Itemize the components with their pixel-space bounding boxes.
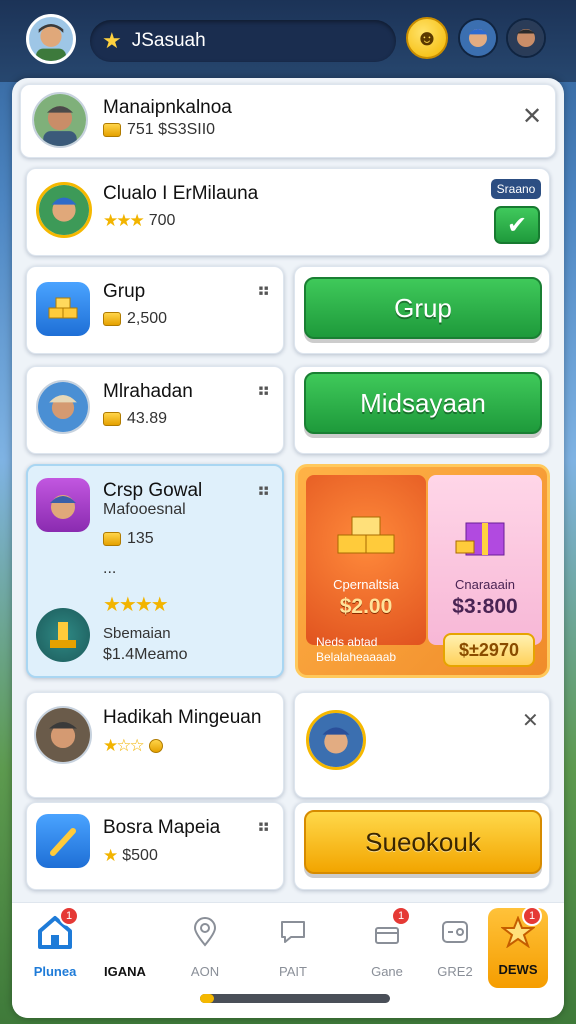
- checkmark-icon: ✔: [506, 211, 528, 239]
- star-rating-icon: ★★★: [103, 211, 145, 230]
- row-title: Bosra Mapeia: [103, 817, 221, 838]
- notification-badge: 1: [522, 906, 542, 926]
- row-footer-value: $1.4Meamo: [103, 646, 188, 663]
- gift-box-icon: [455, 522, 505, 556]
- nav-label: IGANA: [104, 964, 146, 979]
- home-indicator[interactable]: [200, 994, 390, 1003]
- location-icon: [185, 912, 225, 952]
- friend-avatar-1[interactable]: [458, 18, 498, 58]
- avatar: [36, 478, 90, 532]
- nav-item-pait[interactable]: PAIT: [258, 912, 328, 992]
- chat-icon: [273, 912, 313, 952]
- close-icon[interactable]: ✕: [522, 708, 539, 733]
- row-value: 43.89: [127, 410, 168, 427]
- row-subtext: 751 $S3SII0: [103, 121, 215, 139]
- nav-label: DEWS: [498, 962, 538, 977]
- star-rating-icon: ★★★★: [103, 594, 169, 616]
- notification-badge: 1: [391, 906, 411, 926]
- avatar: [36, 182, 92, 238]
- wand-icon: [36, 814, 90, 868]
- row-title: Manaipnkalnoa: [103, 97, 232, 118]
- close-icon[interactable]: ✕: [522, 102, 542, 131]
- row-subtext: ★★★ 700: [103, 211, 175, 231]
- gold-bars-icon: [36, 282, 90, 336]
- confirm-button[interactable]: ✔: [494, 206, 540, 244]
- gold-bars-icon: [337, 516, 395, 554]
- player-name-bar[interactable]: ★ JSasuah: [90, 20, 396, 62]
- row-subtext: 2,500: [103, 310, 167, 328]
- star-icon: ★: [102, 28, 122, 53]
- row-title: Clualo I ErMilauna: [103, 183, 259, 204]
- gift-box-icon: 1: [367, 906, 411, 952]
- coin-icon: [148, 739, 163, 753]
- more-options-icon[interactable]: ⠶: [257, 480, 271, 501]
- buy-button[interactable]: $±2970: [443, 633, 535, 667]
- nav-label: PAIT: [279, 964, 307, 979]
- smiley-icon: ☻: [415, 25, 439, 50]
- trophy-icon: [36, 608, 90, 662]
- avatar: [32, 92, 88, 148]
- list-item[interactable]: [20, 84, 556, 158]
- row-subtext: ★☆☆: [103, 736, 163, 756]
- notification-badge: 1: [59, 906, 79, 926]
- row-title: Grup: [103, 281, 146, 302]
- home-indicator-dot: [200, 994, 214, 1003]
- sueokouk-button[interactable]: Sueokouk: [304, 810, 542, 874]
- offer-note: Neds abtad Belalaheaaaab: [316, 635, 397, 664]
- gamepad-icon: [435, 912, 475, 952]
- avatar: [36, 380, 90, 434]
- nav-item-plunea[interactable]: 1 Plunea: [20, 906, 90, 992]
- nav-label: AON: [190, 964, 220, 979]
- shop-offer-card[interactable]: Cpernaltsia $2.00 Cnaraaain $3:800 Neds …: [295, 464, 550, 678]
- row-value: 2,500: [127, 310, 168, 327]
- avatar: [34, 706, 92, 764]
- star-icon: ★: [103, 846, 118, 865]
- row-title: Hadikah Mingeuan: [103, 707, 262, 728]
- coin-icon: [103, 312, 121, 326]
- coin-icon: [103, 123, 121, 137]
- row-value: $500: [122, 847, 158, 864]
- more-options-icon[interactable]: ⠶: [257, 280, 271, 301]
- avatar: [306, 710, 366, 770]
- row-subtext: 135: [103, 530, 154, 548]
- player-avatar[interactable]: [26, 14, 76, 64]
- row-title: Crsp Gowal: [103, 480, 203, 501]
- row-value: 751 $S3SII0: [127, 121, 216, 138]
- nav-item-igana[interactable]: IGANA: [90, 912, 160, 992]
- star-icon: 1: [498, 906, 542, 952]
- nav-label: Plunea: [33, 964, 77, 979]
- row-footer-title: Sbemaian: [103, 625, 171, 642]
- more-options-icon[interactable]: ⠶: [257, 816, 271, 837]
- coin-icon: [103, 532, 121, 546]
- row-subtext: ★ $500: [103, 846, 158, 866]
- nav-item-aon[interactable]: AON: [170, 912, 240, 992]
- offer-price: $3:800: [452, 595, 518, 618]
- home-icon: 1: [35, 906, 79, 952]
- nav-item-gre2[interactable]: GRE2: [420, 912, 490, 992]
- offer-label: Cpernaltsia: [333, 577, 399, 592]
- coin-icon: [103, 412, 121, 426]
- star-rating-icon: ★☆☆: [103, 736, 145, 755]
- offer-gold[interactable]: Cpernaltsia $2.00: [306, 475, 426, 645]
- grup-button[interactable]: Grup: [304, 277, 542, 339]
- status-badge: Sraano: [491, 179, 541, 199]
- nav-item-gane[interactable]: 1 Gane: [352, 906, 422, 992]
- row-extra: ...: [103, 560, 117, 577]
- emoji-button[interactable]: ☻: [406, 17, 448, 59]
- row-subtitle: Mafooesnal: [103, 501, 186, 518]
- row-title: Mlrahadan: [103, 381, 193, 402]
- row-value: 700: [148, 212, 176, 229]
- nav-label: GRE2: [437, 964, 473, 979]
- more-options-icon[interactable]: ⠶: [257, 380, 271, 401]
- player-name: JSasuah: [131, 30, 206, 51]
- nav-item-dews[interactable]: 1 DEWS: [488, 906, 548, 988]
- offer-label: Cnaraaain: [455, 577, 515, 592]
- midsayaan-button[interactable]: Midsayaan: [304, 372, 542, 434]
- row-value: 135: [127, 530, 154, 547]
- row-subtext: 43.89: [103, 410, 167, 428]
- offer-price: $2.00: [339, 595, 393, 618]
- offer-gift[interactable]: Cnaraaain $3:800: [428, 475, 542, 645]
- friend-avatar-2[interactable]: [506, 18, 546, 58]
- nav-label: Gane: [371, 964, 403, 979]
